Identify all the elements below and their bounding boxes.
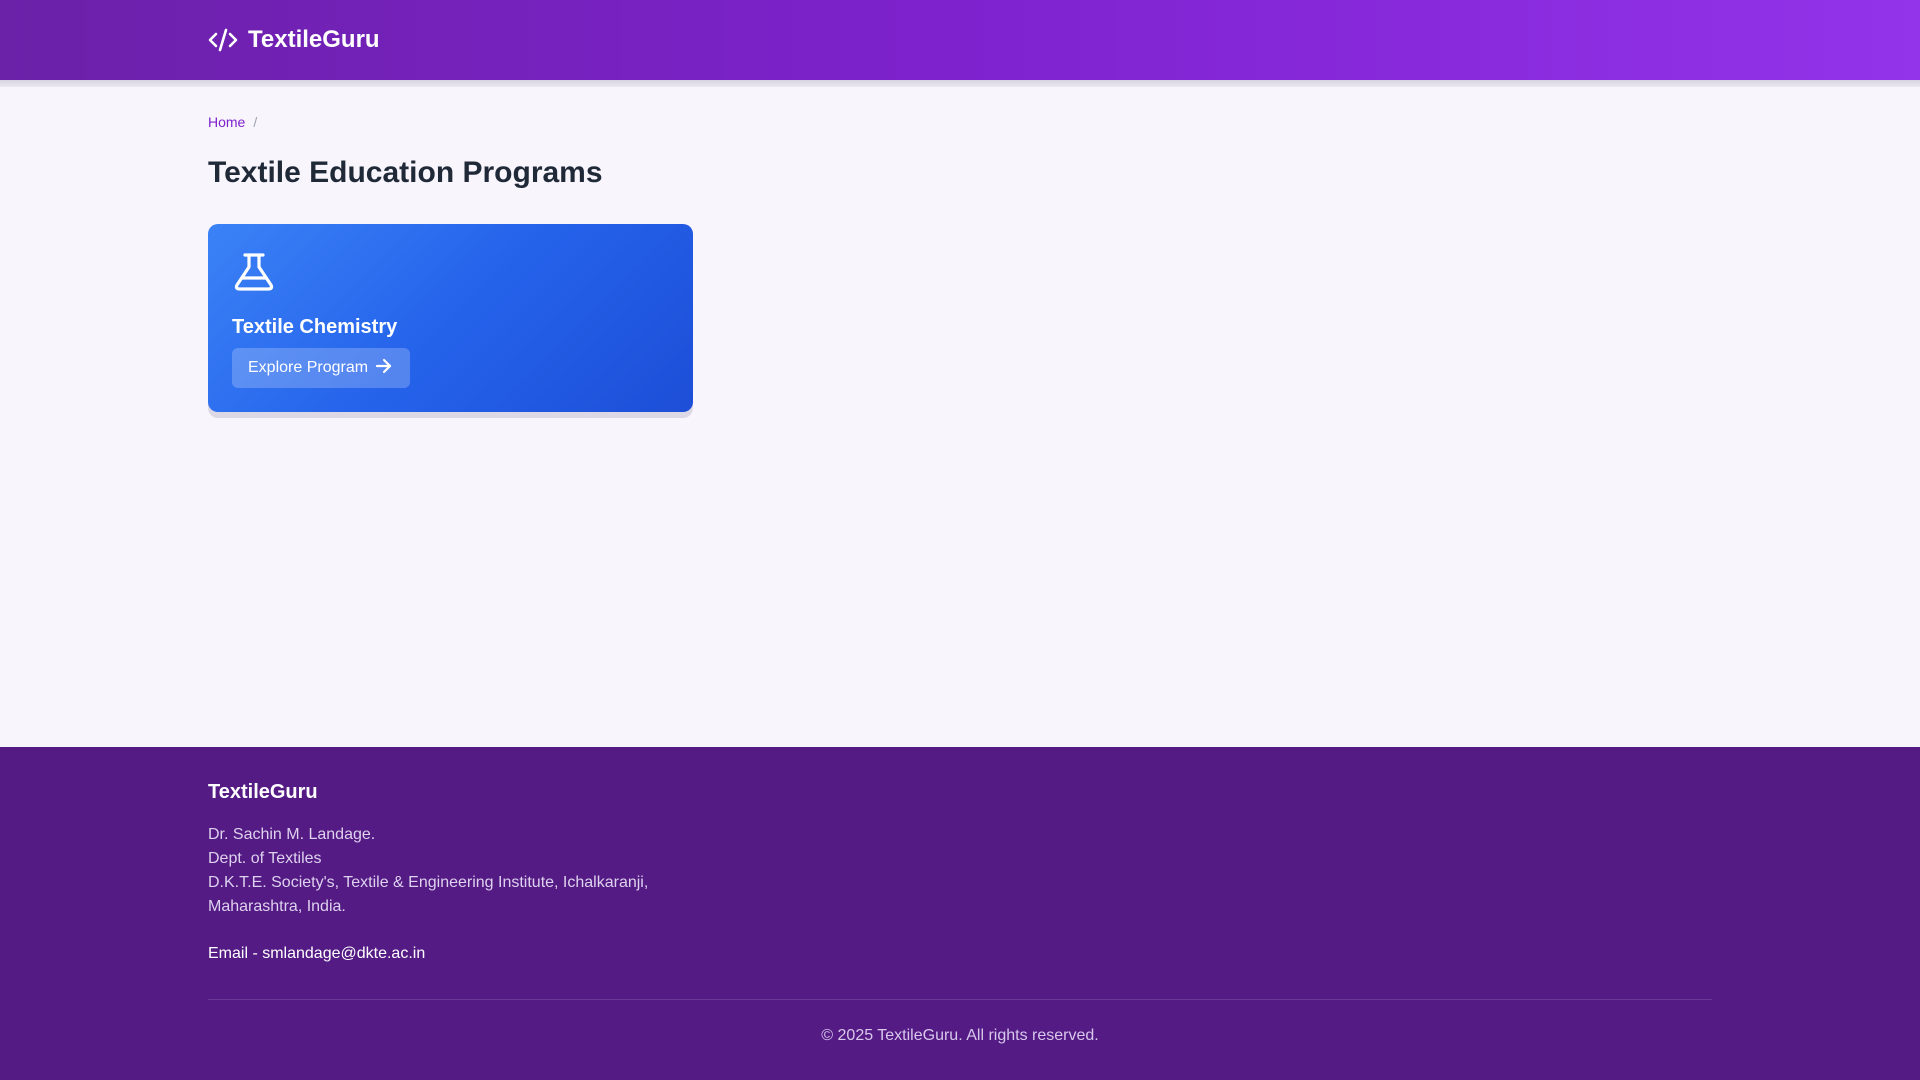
- arrow-right-icon: [374, 356, 394, 381]
- breadcrumb: Home /: [208, 114, 257, 130]
- footer: TextileGuru Dr. Sachin M. Landage. Dept.…: [0, 747, 1920, 1080]
- brand-name: TextileGuru: [248, 26, 380, 53]
- program-card-textile-chemistry[interactable]: Textile Chemistry Explore Program: [208, 224, 693, 412]
- flask-icon: [232, 252, 276, 297]
- address-line: Dept. of Textiles: [208, 850, 322, 867]
- program-card-container: Textile Chemistry Explore Program: [208, 224, 693, 418]
- breadcrumb-home-link[interactable]: Home: [208, 114, 245, 130]
- footer-email: Email - smlandage@dkte.ac.in: [208, 945, 426, 962]
- footer-address: Dr. Sachin M. Landage. Dept. of Textiles…: [208, 823, 648, 919]
- header-shadow: [0, 80, 1920, 87]
- footer-brand: TextileGuru: [208, 781, 318, 803]
- explore-program-button[interactable]: Explore Program: [232, 348, 411, 388]
- breadcrumb-separator: /: [253, 114, 258, 130]
- page-title: Textile Education Programs: [208, 156, 603, 189]
- address-line: Dr. Sachin M. Landage.: [208, 826, 376, 843]
- address-line: Maharashtra, India.: [208, 898, 346, 915]
- brand-link[interactable]: TextileGuru: [208, 0, 380, 80]
- program-title: Textile Chemistry: [232, 316, 398, 338]
- footer-divider: [208, 999, 1712, 1000]
- footer-copyright: © 2025 TextileGuru. All rights reserved.: [821, 1027, 1099, 1044]
- code-icon: [208, 28, 238, 52]
- address-line: D.K.T.E. Society's, Textile & Engineerin…: [208, 874, 649, 891]
- top-navbar: TextileGuru: [0, 0, 1920, 80]
- explore-program-label: Explore Program: [248, 359, 369, 376]
